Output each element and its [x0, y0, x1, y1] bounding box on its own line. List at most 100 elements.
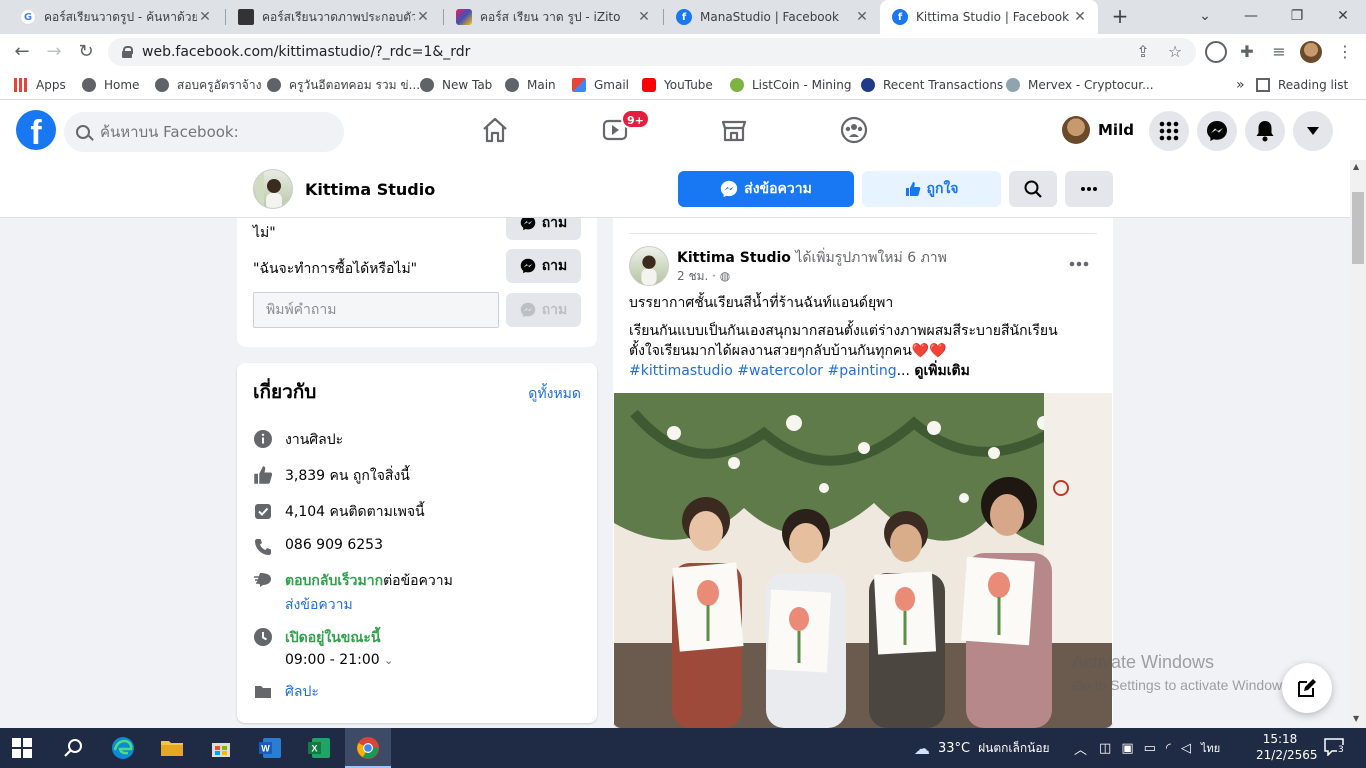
page-avatar[interactable]: [253, 169, 293, 209]
extensions-puzzle-icon[interactable]: ✚: [1236, 41, 1258, 63]
post-author-name[interactable]: Kittima Studio: [677, 250, 791, 266]
groups-icon[interactable]: [834, 110, 874, 150]
post-author-avatar[interactable]: [629, 246, 669, 286]
maximize-button[interactable]: ❐: [1274, 0, 1320, 34]
reload-icon[interactable]: ↻: [74, 40, 98, 64]
marketplace-icon[interactable]: [714, 110, 754, 150]
about-phone[interactable]: 086 909 6253: [253, 537, 583, 557]
post-photo[interactable]: [614, 393, 1112, 728]
close-icon[interactable]: ✕: [636, 9, 652, 25]
media-control-icon[interactable]: ≡: [1268, 41, 1290, 63]
security-icon[interactable]: ▣: [1121, 741, 1133, 756]
bookmark-mervex[interactable]: Mervex - Cryptocur...: [1006, 76, 1154, 94]
page-name[interactable]: Kittima Studio: [305, 180, 435, 199]
word-icon[interactable]: W: [258, 736, 282, 760]
reading-list[interactable]: Reading list: [1256, 76, 1348, 94]
bookmark-apps[interactable]: Apps: [14, 76, 66, 94]
chrome-profile-avatar[interactable]: [1300, 41, 1322, 63]
bell-icon: [1256, 121, 1274, 142]
battery-icon[interactable]: ▭: [1144, 741, 1156, 756]
like-page-button[interactable]: ถูกใจ: [862, 171, 1001, 207]
hours-text[interactable]: 09:00 - 21:00: [285, 652, 380, 668]
chrome-icon[interactable]: [356, 736, 380, 760]
profile-shortcut[interactable]: Mild: [1062, 112, 1134, 148]
bookmark-new-tab[interactable]: New Tab: [420, 76, 492, 94]
new-tab-button[interactable]: +: [1108, 4, 1132, 28]
language-indicator[interactable]: ไทย: [1201, 739, 1220, 757]
new-message-button[interactable]: [1282, 663, 1332, 713]
post-timestamp[interactable]: 2 ชม. · ◍: [677, 267, 730, 286]
browser-tab-izito[interactable]: คอร์ส เรียน วาด รูป - iZito ✕: [444, 0, 662, 34]
post-hashtags[interactable]: #kittimastudio #watercolor #painting: [629, 363, 897, 379]
send-message-link[interactable]: ส่งข้อความ: [285, 597, 353, 613]
page-more-button[interactable]: [1065, 171, 1113, 207]
minimize-button[interactable]: —: [1228, 0, 1274, 34]
page-search-button[interactable]: [1009, 171, 1057, 207]
close-icon[interactable]: ✕: [197, 9, 213, 25]
listcoin-icon: [730, 78, 744, 92]
edge-browser-icon[interactable]: [111, 736, 135, 760]
bookmark-kruwandee[interactable]: ครูวันอีตอทคอม รวม ข่...: [267, 76, 420, 94]
messenger-button[interactable]: [1197, 111, 1237, 151]
bookmark-gmail[interactable]: Gmail: [572, 76, 629, 94]
bookmarks-overflow[interactable]: »: [1236, 76, 1245, 94]
back-icon[interactable]: ←: [10, 40, 34, 64]
page-scrollbar-thumb[interactable]: [1352, 192, 1364, 264]
ask-button-2[interactable]: ถาม: [506, 249, 581, 283]
close-window-button[interactable]: ✕: [1320, 0, 1366, 34]
microsoft-store-icon[interactable]: [209, 736, 233, 760]
extension-p-icon[interactable]: [1205, 41, 1227, 63]
windows-start-icon[interactable]: [12, 738, 32, 758]
file-explorer-icon[interactable]: [160, 736, 184, 760]
close-icon[interactable]: ✕: [1072, 9, 1088, 25]
question-input[interactable]: พิมพ์คำถาม: [253, 292, 499, 328]
clock[interactable]: 15:18 21/2/2565: [1256, 731, 1318, 763]
bookmark-listcoin[interactable]: ListCoin - Mining: [730, 76, 851, 94]
bookmark-youtube[interactable]: YouTube: [642, 76, 713, 94]
see-more-link[interactable]: ดูเพิ่มเติม: [914, 363, 969, 379]
about-category-link[interactable]: ศิลปะ: [253, 681, 583, 703]
search-icon[interactable]: [62, 736, 86, 760]
bookmark-recent-transactions[interactable]: Recent Transactions: [861, 76, 1003, 94]
weather-widget[interactable]: ☁ 33°C ฝนตกเล็กน้อย: [914, 728, 1050, 768]
bookmark-star-icon[interactable]: ☆: [1164, 41, 1186, 63]
browser-tab-manastudio[interactable]: f ManaStudio | Facebook ✕: [664, 0, 880, 34]
send-message-button[interactable]: ส่งข้อความ: [678, 171, 854, 207]
facebook-logo-icon[interactable]: f: [16, 110, 56, 150]
account-menu-button[interactable]: [1293, 111, 1333, 151]
show-hidden-icons-icon[interactable]: ︿: [1074, 739, 1087, 758]
menu-grid-button[interactable]: [1149, 111, 1189, 151]
scroll-down-arrow-icon[interactable]: ▼: [1353, 714, 1359, 723]
bookmark-main[interactable]: Main: [505, 76, 556, 94]
close-icon[interactable]: ✕: [415, 9, 431, 25]
notifications-button[interactable]: [1245, 111, 1285, 151]
bookmark-home[interactable]: Home: [82, 76, 139, 94]
post-options-icon[interactable]: [1065, 258, 1093, 270]
action-center-button[interactable]: 3: [1324, 738, 1345, 757]
chrome-menu-icon[interactable]: ⋮: [1334, 41, 1356, 63]
browser-tab-kittima-active[interactable]: f Kittima Studio | Facebook ✕: [880, 0, 1098, 34]
share-icon[interactable]: ⇪: [1132, 41, 1154, 63]
volume-icon[interactable]: ◁: [1181, 741, 1191, 756]
browser-tab-google-search[interactable]: G คอร์สเรียนวาดรูป - ค้นหาด้วย Google ✕: [8, 0, 223, 34]
excel-icon[interactable]: X: [307, 736, 331, 760]
facebook-search-input[interactable]: [100, 123, 320, 141]
ask-button-disabled[interactable]: ถาม: [506, 293, 581, 327]
wifi-icon[interactable]: ◜: [1166, 741, 1171, 756]
browser-tab-course[interactable]: คอร์สเรียนวาดภาพประกอบตัวต่อตัว ✕: [226, 0, 441, 34]
question-1-text[interactable]: ไม่": [253, 222, 276, 244]
onedrive-icon[interactable]: ◫: [1099, 741, 1111, 756]
lock-icon[interactable]: [122, 46, 133, 58]
forward-icon[interactable]: →: [42, 40, 66, 64]
chevron-down-icon[interactable]: ⌄: [384, 654, 393, 667]
bookmark-teacher-exam[interactable]: สอบครูอัตราจ้าง: [155, 76, 261, 94]
see-all-link[interactable]: ดูทั้งหมด: [528, 383, 581, 405]
clock-time: 15:18: [1262, 732, 1298, 746]
address-bar[interactable]: web.facebook.com/kittimastudio/?_rdc=1&_…: [108, 38, 1196, 66]
close-icon[interactable]: ✕: [854, 9, 870, 25]
home-icon[interactable]: [475, 110, 515, 150]
tab-search-icon[interactable]: ⌄: [1182, 0, 1228, 34]
scroll-up-arrow-icon[interactable]: ▲: [1353, 162, 1359, 171]
question-2-text[interactable]: "ฉันจะทำการซื้อได้หรือไม่": [253, 258, 417, 280]
facebook-search[interactable]: [64, 112, 344, 152]
